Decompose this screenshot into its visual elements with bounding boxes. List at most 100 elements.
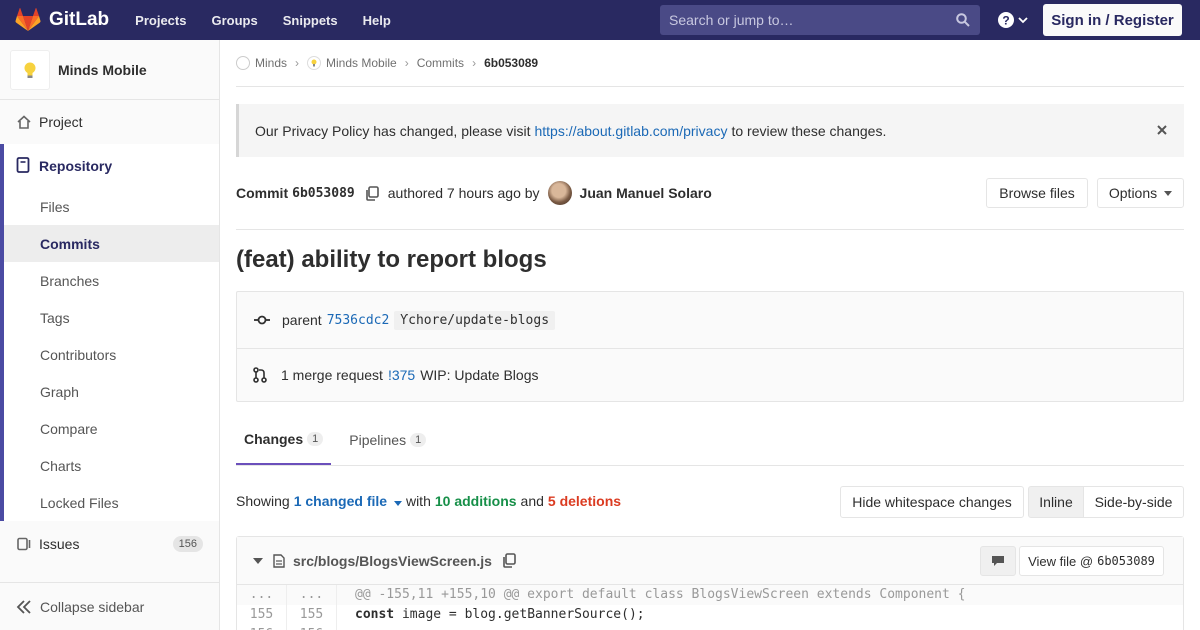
parent-label: parent <box>282 312 322 328</box>
commit-info-box: parent 7536cdc2 Ƴchore/update-blogs 1 me… <box>236 291 1184 402</box>
sidebar-item-branches[interactable]: Branches <box>4 262 219 299</box>
search-icon[interactable] <box>956 13 970 27</box>
breadcrumb-separator: › <box>295 56 300 70</box>
close-icon[interactable] <box>1156 124 1168 136</box>
privacy-alert: Our Privacy Policy has changed, please v… <box>236 104 1184 157</box>
breadcrumb-commits[interactable]: Commits <box>417 56 464 70</box>
commit-label: Commit <box>236 185 289 201</box>
sidebar-project-header[interactable]: Minds Mobile <box>0 40 219 100</box>
home-icon <box>16 114 32 130</box>
diff-line: 155 155 const image = blog.getBannerSour… <box>237 605 1183 625</box>
commit-header: Commit 6b053089 authored 7 hours ago by … <box>236 157 1184 230</box>
tab-count-badge: 1 <box>307 432 324 446</box>
sidebar-repository-section: Repository Files Commits Branches Tags C… <box>0 144 219 521</box>
search-input[interactable] <box>660 12 940 28</box>
merge-request-row: 1 merge request !375 WIP: Update Blogs <box>237 348 1183 401</box>
old-line-number[interactable]: 156 <box>237 625 287 630</box>
gitlab-logo[interactable]: GitLab <box>15 0 109 40</box>
options-label: Options <box>1108 185 1158 201</box>
copy-icon[interactable] <box>365 185 379 201</box>
keyword-const: const <box>355 607 395 622</box>
collapse-sidebar-button[interactable]: Collapse sidebar <box>0 582 219 630</box>
and-text: and <box>520 493 544 509</box>
diff-file: src/blogs/BlogsViewScreen.js View file @… <box>236 536 1184 630</box>
new-line-number[interactable]: 155 <box>287 605 337 625</box>
branch-ref[interactable]: Ƴchore/update-blogs <box>394 310 556 330</box>
changed-files-dropdown[interactable]: 1 changed file <box>294 493 402 509</box>
main-content: Minds › Minds Mobile › Commits › 6b05308… <box>236 40 1184 630</box>
privacy-link[interactable]: https://about.gitlab.com/privacy <box>534 123 727 139</box>
svg-text:?: ? <box>1002 14 1009 28</box>
with-text: with <box>405 493 431 509</box>
diff-hunk-header: ... ... @@ -155,11 +155,10 @@ export def… <box>237 585 1183 605</box>
sidebar-item-issues[interactable]: Issues 156 <box>0 521 219 567</box>
sidebar-item-repository[interactable]: Repository <box>4 144 219 188</box>
code-rest: image = blog.getBannerSource(); <box>394 607 645 622</box>
caret-down-icon <box>1164 190 1173 196</box>
showing-text: Showing <box>236 493 290 509</box>
search-box <box>660 5 980 35</box>
view-file-button[interactable]: View file @ 6b053089 <box>1019 546 1164 576</box>
mr-title: WIP: Update Blogs <box>420 367 539 383</box>
sidebar-item-contributors[interactable]: Contributors <box>4 336 219 373</box>
sidebar-item-label: Project <box>39 114 83 130</box>
breadcrumb-label: Minds <box>255 56 288 70</box>
breadcrumb-minds[interactable]: Minds <box>236 56 287 70</box>
inline-view-button[interactable]: Inline <box>1028 486 1084 518</box>
question-circle-icon: ? <box>998 12 1014 28</box>
issues-icon <box>16 536 32 552</box>
nav-snippets[interactable]: Snippets <box>283 13 338 28</box>
diff-summary: Showing 1 changed file with 10 additions… <box>236 466 1184 536</box>
old-line-number[interactable]: 155 <box>237 605 287 625</box>
issues-count-badge: 156 <box>172 536 203 552</box>
author-name[interactable]: Juan Manuel Solaro <box>580 185 712 201</box>
tab-label: Pipelines <box>349 432 407 448</box>
diff-line: 156 156 <box>237 625 1183 630</box>
tab-pipelines[interactable]: Pipelines 1 <box>341 415 434 465</box>
mr-id-link[interactable]: !375 <box>388 367 415 383</box>
chevron-down-icon[interactable] <box>253 557 263 564</box>
sidebar-item-graph[interactable]: Graph <box>4 373 219 410</box>
double-chevron-left-icon <box>16 599 31 614</box>
nav-help[interactable]: Help <box>363 13 391 28</box>
breadcrumb-minds-mobile[interactable]: Minds Mobile <box>307 56 397 70</box>
changed-files-label: 1 changed file <box>293 493 388 509</box>
authored-text: authored 7 hours ago by <box>387 185 540 201</box>
author-avatar[interactable] <box>547 181 572 205</box>
gitlab-tanuki-icon <box>15 8 41 31</box>
side-by-side-button[interactable]: Side-by-side <box>1083 486 1184 518</box>
comment-button[interactable] <box>980 546 1016 576</box>
nav-projects[interactable]: Projects <box>135 13 186 28</box>
help-dropdown[interactable]: ? <box>998 12 1028 28</box>
breadcrumb-separator: › <box>472 56 477 70</box>
book-icon <box>16 156 32 176</box>
file-path[interactable]: src/blogs/BlogsViewScreen.js <box>293 553 492 569</box>
sidebar-item-locked-files[interactable]: Locked Files <box>4 484 219 521</box>
sidebar-item-files[interactable]: Files <box>4 188 219 225</box>
parent-sha-link[interactable]: 7536cdc2 <box>327 313 390 328</box>
caret-down-icon <box>393 501 402 506</box>
tab-label: Changes <box>244 431 304 447</box>
sidebar-item-commits[interactable]: Commits <box>4 225 219 262</box>
new-line-number[interactable]: 156 <box>287 625 337 630</box>
sidebar-item-project[interactable]: Project <box>0 100 219 144</box>
sidebar-item-tags[interactable]: Tags <box>4 299 219 336</box>
breadcrumb: Minds › Minds Mobile › Commits › 6b05308… <box>236 40 1184 87</box>
mr-count-text: 1 merge request <box>281 367 383 383</box>
options-dropdown[interactable]: Options <box>1097 178 1184 208</box>
additions-count: 10 additions <box>434 493 517 509</box>
diff-code: const image = blog.getBannerSource(); <box>337 605 645 625</box>
signin-button[interactable]: Sign in / Register <box>1043 4 1182 36</box>
hide-whitespace-button[interactable]: Hide whitespace changes <box>840 486 1024 518</box>
branch-icon: Ƴ <box>400 312 409 328</box>
sidebar-item-charts[interactable]: Charts <box>4 447 219 484</box>
nav-groups[interactable]: Groups <box>211 13 257 28</box>
sidebar-item-compare[interactable]: Compare <box>4 410 219 447</box>
breadcrumb-current-sha[interactable]: 6b053089 <box>484 56 538 70</box>
tab-changes[interactable]: Changes 1 <box>236 415 332 465</box>
new-line-number: ... <box>287 585 337 605</box>
browse-files-button[interactable]: Browse files <box>986 178 1088 208</box>
copy-icon[interactable] <box>502 553 516 568</box>
old-line-number: ... <box>237 585 287 605</box>
merge-request-icon <box>253 367 267 383</box>
